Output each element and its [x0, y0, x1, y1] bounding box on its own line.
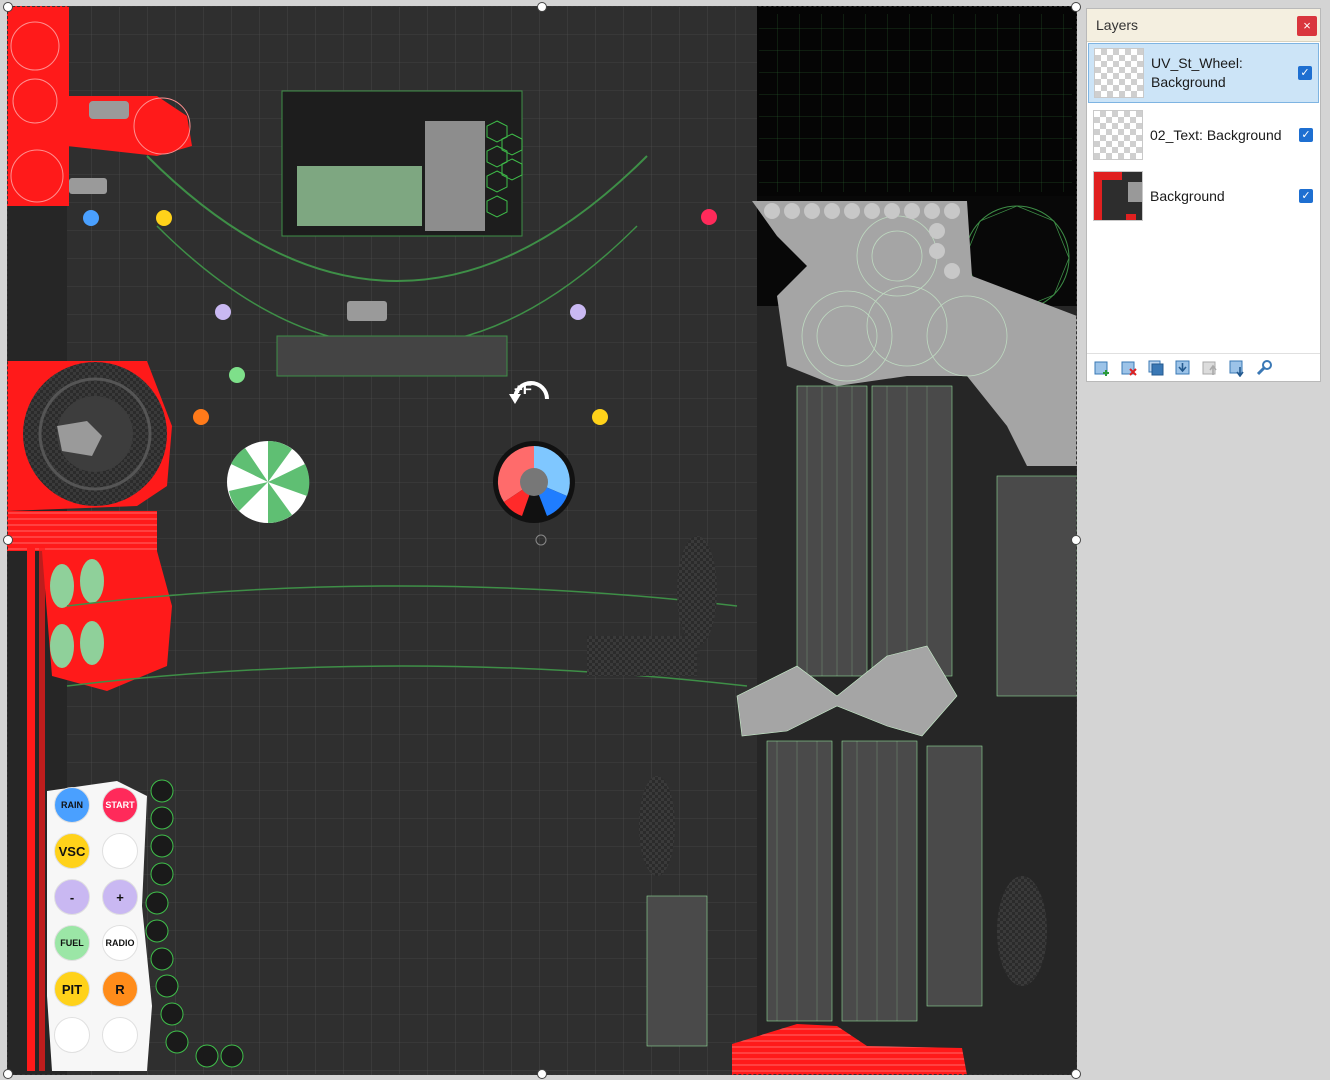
layer-name: 02_Text: Background	[1150, 126, 1282, 143]
layer-name: Background	[1150, 187, 1225, 204]
steering-button-8: RADIO	[102, 925, 138, 961]
right-dial	[493, 441, 575, 523]
steering-button-9: PIT	[54, 971, 90, 1007]
layer-thumbnail	[1093, 110, 1143, 160]
layer-thumbnail	[1094, 48, 1144, 98]
left-dial	[227, 441, 310, 523]
layers-panel-header: Layers ×	[1087, 9, 1320, 42]
layers-panel: Layers × UV_St_Wheel: Background ✓ 02_Te…	[1086, 8, 1321, 382]
fwd-label: +F	[514, 381, 532, 398]
steering-button-12	[102, 1017, 138, 1053]
move-layer-up-icon[interactable]	[1200, 358, 1220, 378]
steering-button-3: VSC	[54, 833, 90, 869]
resize-handle-bl[interactable]	[3, 1069, 13, 1079]
layer-properties-icon[interactable]	[1254, 358, 1274, 378]
resize-handle-br[interactable]	[1071, 1069, 1081, 1079]
steering-button-10: R	[102, 971, 138, 1007]
resize-handle-tc[interactable]	[537, 2, 547, 12]
layer-row-02-text[interactable]: 02_Text: Background ✓	[1088, 105, 1319, 165]
move-layer-down-icon[interactable]	[1227, 358, 1247, 378]
resize-handle-ml[interactable]	[3, 535, 13, 545]
layer-visibility-checkbox[interactable]: ✓	[1299, 128, 1313, 142]
layer-thumbnail	[1093, 171, 1143, 221]
layers-panel-title: Layers	[1096, 17, 1139, 33]
layers-toolbar	[1087, 353, 1320, 381]
steering-button-6: +	[102, 879, 138, 915]
button-grid: RAIN START VSC - + FUEL RADIO PIT R	[51, 784, 143, 1064]
layer-row-uv-st-wheel[interactable]: UV_St_Wheel: Background ✓	[1088, 43, 1319, 103]
layer-visibility-checkbox[interactable]: ✓	[1299, 189, 1313, 203]
steering-button-5: -	[54, 879, 90, 915]
steering-button-2: START	[102, 787, 138, 823]
close-icon[interactable]: ×	[1297, 16, 1317, 36]
steering-button-7: FUEL	[54, 925, 90, 961]
duplicate-layer-icon[interactable]	[1146, 358, 1166, 378]
delete-layer-icon[interactable]	[1119, 358, 1139, 378]
resize-handle-bc[interactable]	[537, 1069, 547, 1079]
resize-handle-tl[interactable]	[3, 2, 13, 12]
add-layer-icon[interactable]	[1092, 358, 1112, 378]
layer-row-background[interactable]: Background ✓	[1088, 166, 1319, 226]
layer-visibility-checkbox[interactable]: ✓	[1298, 66, 1312, 80]
steering-button-1: RAIN	[54, 787, 90, 823]
steering-button-4	[102, 833, 138, 869]
layer-name: UV_St_Wheel: Background	[1151, 55, 1243, 90]
merge-layer-down-icon[interactable]	[1173, 358, 1193, 378]
steering-button-11	[54, 1017, 90, 1053]
uv-texture-map	[7, 6, 1077, 1075]
resize-handle-mr[interactable]	[1071, 535, 1081, 545]
texture-canvas[interactable]: +F RAIN START VSC - + FUEL RADIO PIT R	[7, 6, 1077, 1075]
resize-handle-tr[interactable]	[1071, 2, 1081, 12]
